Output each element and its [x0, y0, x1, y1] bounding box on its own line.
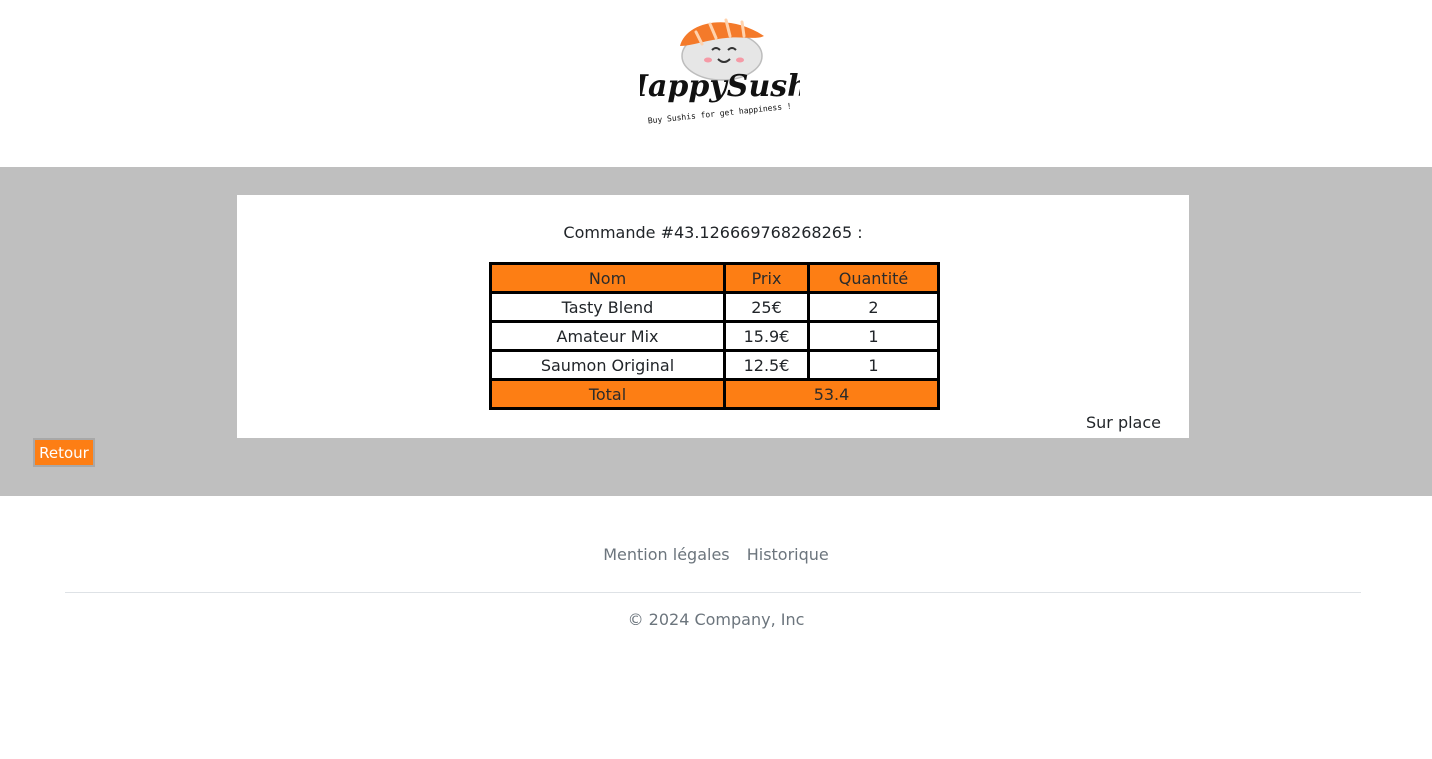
copyright: © 2024 Company, Inc: [627, 610, 805, 629]
back-button[interactable]: Retour: [33, 438, 95, 467]
column-header-prix: Prix: [723, 262, 810, 294]
item-name: Saumon Original: [489, 349, 726, 381]
item-name: Tasty Blend: [489, 291, 726, 323]
footer-divider: [65, 592, 1361, 593]
table-row: Amateur Mix 15.9€ 1: [489, 320, 940, 352]
total-value: 53.4: [723, 378, 940, 410]
item-quantity: 2: [807, 291, 940, 323]
item-quantity: 1: [807, 349, 940, 381]
total-row: Total 53.4: [489, 378, 940, 410]
table-row: Tasty Blend 25€ 2: [489, 291, 940, 323]
happy-sushi-logo[interactable]: HappySushi Buy Sushis for get happiness …: [640, 6, 800, 130]
sushi-logo-graphic: HappySushi Buy Sushis for get happiness …: [640, 18, 800, 126]
column-header-quantite: Quantité: [807, 262, 940, 294]
brand-name: HappySushi: [640, 69, 800, 104]
table-header-row: Nom Prix Quantité: [489, 262, 940, 294]
order-mode: Sur place: [1085, 413, 1161, 432]
item-price: 12.5€: [723, 349, 810, 381]
order-title: Commande #43.126669768268265 :: [563, 223, 863, 242]
item-price: 25€: [723, 291, 810, 323]
order-section: Commande #43.126669768268265 : Nom Prix …: [0, 167, 1432, 496]
brand-tagline: Buy Sushis for get happiness !: [647, 101, 792, 125]
footer-link-historique[interactable]: Historique: [747, 545, 829, 564]
item-name: Amateur Mix: [489, 320, 726, 352]
footer-link-mention-legales[interactable]: Mention légales: [603, 545, 729, 564]
order-table: Nom Prix Quantité Tasty Blend 25€ 2 Amat…: [489, 262, 940, 410]
item-price: 15.9€: [723, 320, 810, 352]
total-label: Total: [489, 378, 726, 410]
footer-nav: Mention légales Historique: [0, 545, 1432, 564]
order-card: Commande #43.126669768268265 : Nom Prix …: [237, 195, 1189, 438]
table-row: Saumon Original 12.5€ 1: [489, 349, 940, 381]
item-quantity: 1: [807, 320, 940, 352]
column-header-nom: Nom: [489, 262, 726, 294]
site-header: HappySushi Buy Sushis for get happiness …: [0, 0, 1432, 167]
